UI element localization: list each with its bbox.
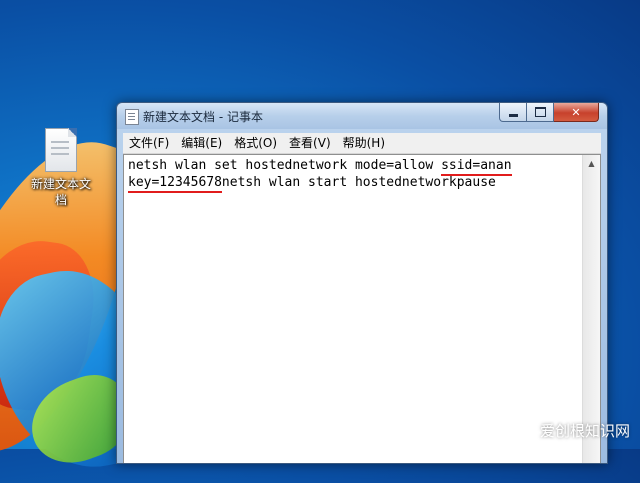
menu-edit[interactable]: 编辑(E)	[175, 133, 228, 153]
maximize-button[interactable]	[527, 103, 554, 122]
window-title: 新建文本文档 - 记事本	[143, 110, 263, 124]
menu-format[interactable]: 格式(O)	[228, 133, 283, 153]
vertical-scrollbar[interactable]: ▲	[582, 155, 600, 463]
watermark: 爱创根知识网	[539, 422, 630, 440]
notepad-window: 新建文本文档 - 记事本 ✕ 文件(F) 编辑(E) 格式(O) 查看(V) 帮…	[116, 102, 608, 464]
text-document-icon	[45, 128, 77, 172]
menu-help[interactable]: 帮助(H)	[337, 133, 391, 153]
menu-bar: 文件(F) 编辑(E) 格式(O) 查看(V) 帮助(H)	[123, 133, 601, 154]
menu-view[interactable]: 查看(V)	[283, 133, 337, 153]
minimize-button[interactable]	[499, 103, 527, 122]
ssid-highlight: ssid=anan	[441, 158, 512, 176]
minimize-icon	[508, 113, 518, 117]
text-content[interactable]: netsh wlan set hostednetwork mode=allow …	[124, 155, 582, 463]
command-text-line2: netsh wlan start hostednetworkpause	[221, 175, 496, 190]
desktop-icon-text-document[interactable]: 新建文本文档	[28, 128, 94, 208]
window-controls: ✕	[499, 103, 599, 122]
menu-file[interactable]: 文件(F)	[123, 133, 175, 153]
key-highlight: key=12345678	[128, 175, 222, 193]
close-button[interactable]: ✕	[554, 103, 599, 122]
scroll-up-arrow-icon[interactable]: ▲	[583, 155, 600, 172]
maximize-icon	[534, 107, 546, 117]
close-icon: ✕	[571, 105, 581, 119]
notepad-icon[interactable]	[125, 109, 139, 125]
command-text-line1: netsh wlan set hostednetwork mode=allow	[128, 158, 442, 173]
title-bar[interactable]: 新建文本文档 - 记事本 ✕	[117, 103, 607, 129]
desktop-icon-label: 新建文本文档	[30, 177, 91, 207]
editor-area[interactable]: netsh wlan set hostednetwork mode=allow …	[123, 154, 601, 463]
